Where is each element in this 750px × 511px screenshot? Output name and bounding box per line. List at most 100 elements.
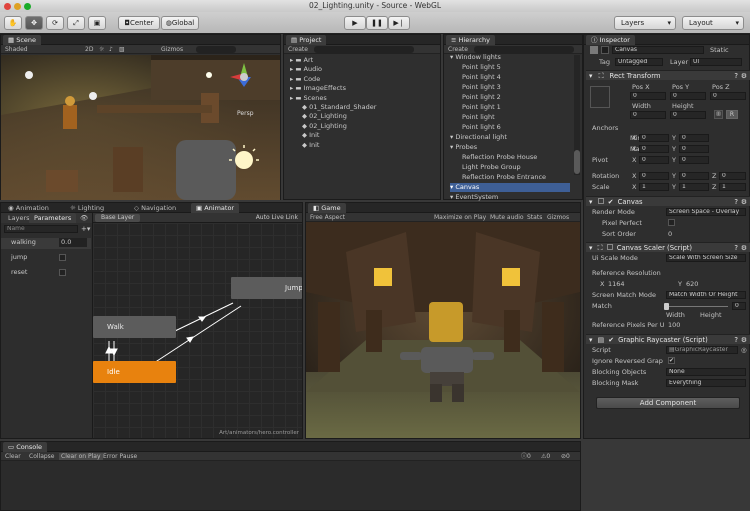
console-warning-filter[interactable]: ⚠0 bbox=[541, 453, 550, 460]
script-picker-icon[interactable]: ◎ bbox=[741, 346, 747, 354]
scene-gizmos-dropdown[interactable]: Gizmos bbox=[161, 46, 183, 53]
eye-icon[interactable]: 👁 bbox=[75, 213, 93, 223]
2d-toggle[interactable]: 2D bbox=[85, 46, 93, 53]
hand-tool-button[interactable]: ✋ bbox=[4, 16, 22, 30]
project-folder[interactable]: ▸ ▬ Scenes bbox=[290, 94, 327, 103]
canvas-enable-checkbox[interactable] bbox=[597, 198, 604, 204]
move-tool-button[interactable]: ✥ bbox=[25, 16, 43, 30]
pos-x-field[interactable]: 0 bbox=[630, 92, 666, 100]
canvas-scaler-header[interactable]: ▾ ⛶ Canvas Scaler (Script) ? ⚙ bbox=[586, 242, 750, 252]
pivot-y-field[interactable]: 0 bbox=[679, 156, 709, 164]
scale-y-field[interactable]: 1 bbox=[679, 183, 709, 191]
ui-scale-mode-dropdown[interactable]: Scale With Screen Size bbox=[666, 254, 746, 262]
pos-y-field[interactable]: 0 bbox=[670, 92, 706, 100]
anchor-preset-button[interactable] bbox=[590, 86, 610, 108]
hierarchy-item[interactable]: Light Probe Group bbox=[462, 163, 521, 172]
raw-edit-button[interactable]: R bbox=[726, 110, 738, 119]
auto-live-link-toggle[interactable]: Auto Live Link bbox=[256, 214, 298, 222]
project-folder[interactable]: ▸ ▬ Code bbox=[290, 75, 320, 84]
space-global-toggle[interactable]: ◍Global bbox=[161, 16, 199, 30]
tab-console[interactable]: ▭ Console bbox=[3, 442, 48, 452]
rotate-tool-button[interactable]: ⟳ bbox=[46, 16, 64, 30]
scene-search-input[interactable] bbox=[196, 46, 236, 53]
breadcrumb[interactable]: Base Layer bbox=[95, 214, 141, 222]
layout-dropdown[interactable]: Layout ▾ bbox=[682, 16, 744, 30]
maximize-window-button[interactable] bbox=[24, 3, 31, 10]
width-field[interactable]: 0 bbox=[630, 111, 666, 119]
step-button[interactable]: ▶❘ bbox=[388, 16, 410, 30]
project-folder[interactable]: ▸ ▬ Audio bbox=[290, 65, 322, 74]
match-slider-thumb[interactable] bbox=[664, 303, 669, 310]
pos-z-field[interactable]: 0 bbox=[710, 92, 746, 100]
scale-tool-button[interactable]: ⤢ bbox=[67, 16, 85, 30]
game-gizmos-dropdown[interactable]: Gizmos bbox=[547, 214, 569, 221]
console-clear-on-play-toggle[interactable]: Clear on Play bbox=[59, 453, 103, 460]
help-icon[interactable]: ? bbox=[734, 335, 738, 345]
project-folder[interactable]: ▸ ▬ ImageEffects bbox=[290, 84, 346, 93]
script-reference-field[interactable]: ▤GraphicRaycaster bbox=[666, 346, 738, 354]
add-param-button[interactable]: +▾ bbox=[81, 225, 90, 233]
parameter-value-field[interactable]: 0.0 bbox=[59, 238, 87, 247]
hierarchy-item[interactable]: Point light bbox=[462, 113, 495, 122]
pixel-perfect-checkbox[interactable] bbox=[668, 219, 675, 226]
tab-hierarchy[interactable]: ≡ Hierarchy bbox=[446, 35, 495, 45]
param-search-input[interactable]: Name bbox=[4, 225, 78, 233]
hierarchy-item[interactable]: ▾ Probes bbox=[450, 143, 477, 152]
rect-tool-button[interactable]: ▣ bbox=[88, 16, 106, 30]
hierarchy-item[interactable]: ▾ Window lights bbox=[450, 53, 501, 62]
settings-gear-icon[interactable]: ⚙ bbox=[741, 335, 747, 345]
hierarchy-item[interactable]: Point light 1 bbox=[462, 103, 501, 112]
graphic-raycaster-header[interactable]: ▾ ▤ ✔ Graphic Raycaster (Script) ? ⚙ bbox=[586, 334, 750, 344]
game-viewport[interactable] bbox=[306, 222, 580, 438]
project-create-dropdown[interactable]: Create bbox=[288, 46, 308, 53]
rotation-y-field[interactable]: 0 bbox=[679, 172, 709, 180]
ref-res-y-field[interactable]: 620 bbox=[686, 280, 698, 288]
hierarchy-item[interactable]: Reflection Probe House bbox=[462, 153, 537, 162]
tab-animator[interactable]: ▣ Animator bbox=[191, 203, 240, 213]
help-icon[interactable]: ? bbox=[734, 243, 738, 253]
parameter-row[interactable]: jump bbox=[1, 253, 91, 264]
scene-effects-toggle[interactable]: ▧ bbox=[119, 46, 125, 53]
project-folder[interactable]: ▸ ▬ Art bbox=[290, 56, 313, 65]
help-icon[interactable]: ? bbox=[734, 71, 738, 81]
hierarchy-item[interactable]: Point light 6 bbox=[462, 123, 501, 132]
hierarchy-item[interactable]: ▾ Canvas bbox=[450, 183, 570, 192]
animator-graph[interactable]: Walk Idle Jump Art/animators/hero.contro… bbox=[93, 223, 302, 438]
ref-pixels-per-unit-field[interactable]: 100 bbox=[668, 321, 680, 329]
hierarchy-item[interactable]: Point light 3 bbox=[462, 83, 501, 92]
tab-game[interactable]: ◧ Game bbox=[308, 203, 346, 213]
parameter-row[interactable]: walking 0.0 bbox=[1, 238, 91, 249]
tag-dropdown[interactable]: Untagged bbox=[615, 58, 663, 66]
console-error-filter[interactable]: ⊘0 bbox=[561, 453, 570, 460]
sort-order-field[interactable]: 0 bbox=[668, 230, 672, 238]
ignore-reversed-checkbox[interactable]: ✔ bbox=[668, 357, 675, 364]
height-field[interactable]: 0 bbox=[670, 111, 706, 119]
hierarchy-scrollbar[interactable] bbox=[574, 55, 580, 175]
shading-mode-dropdown[interactable]: Shaded bbox=[5, 46, 28, 53]
pause-button[interactable]: ❚❚ bbox=[366, 16, 388, 30]
maximize-on-play-toggle[interactable]: Maximize on Play bbox=[434, 214, 486, 221]
tab-inspector[interactable]: ⓘ Inspector bbox=[586, 35, 635, 45]
blocking-objects-dropdown[interactable]: None bbox=[666, 368, 746, 376]
project-folder[interactable]: ◆ 02_Lighting bbox=[302, 122, 347, 131]
anchor-min-x-field[interactable]: 0 bbox=[639, 134, 669, 142]
scene-light-toggle[interactable]: ☼ bbox=[99, 46, 104, 53]
layers-dropdown[interactable]: Layers ▾ bbox=[614, 16, 676, 30]
console-collapse-button[interactable]: Collapse bbox=[29, 453, 55, 460]
hierarchy-item[interactable]: Point light 4 bbox=[462, 73, 501, 82]
scene-audio-toggle[interactable]: ♪ bbox=[109, 46, 113, 53]
settings-gear-icon[interactable]: ⚙ bbox=[741, 71, 747, 81]
layer-dropdown[interactable]: UI bbox=[690, 58, 742, 66]
project-folder[interactable]: ◆ Init bbox=[302, 131, 319, 140]
hierarchy-item[interactable]: Point light 2 bbox=[462, 93, 501, 102]
stats-toggle[interactable]: Stats bbox=[527, 214, 542, 221]
tab-navigation[interactable]: ◇ Navigation bbox=[129, 203, 181, 213]
ref-res-x-field[interactable]: 1164 bbox=[608, 280, 625, 288]
match-value-field[interactable]: 0 bbox=[732, 302, 746, 310]
project-search-input[interactable] bbox=[314, 46, 414, 53]
state-jump[interactable]: Jump bbox=[231, 277, 302, 299]
minimize-window-button[interactable] bbox=[14, 3, 21, 10]
raycaster-check-icon[interactable]: ✔ bbox=[608, 336, 614, 344]
rotation-z-field[interactable]: 0 bbox=[719, 172, 746, 180]
hierarchy-create-dropdown[interactable]: Create bbox=[448, 46, 468, 53]
